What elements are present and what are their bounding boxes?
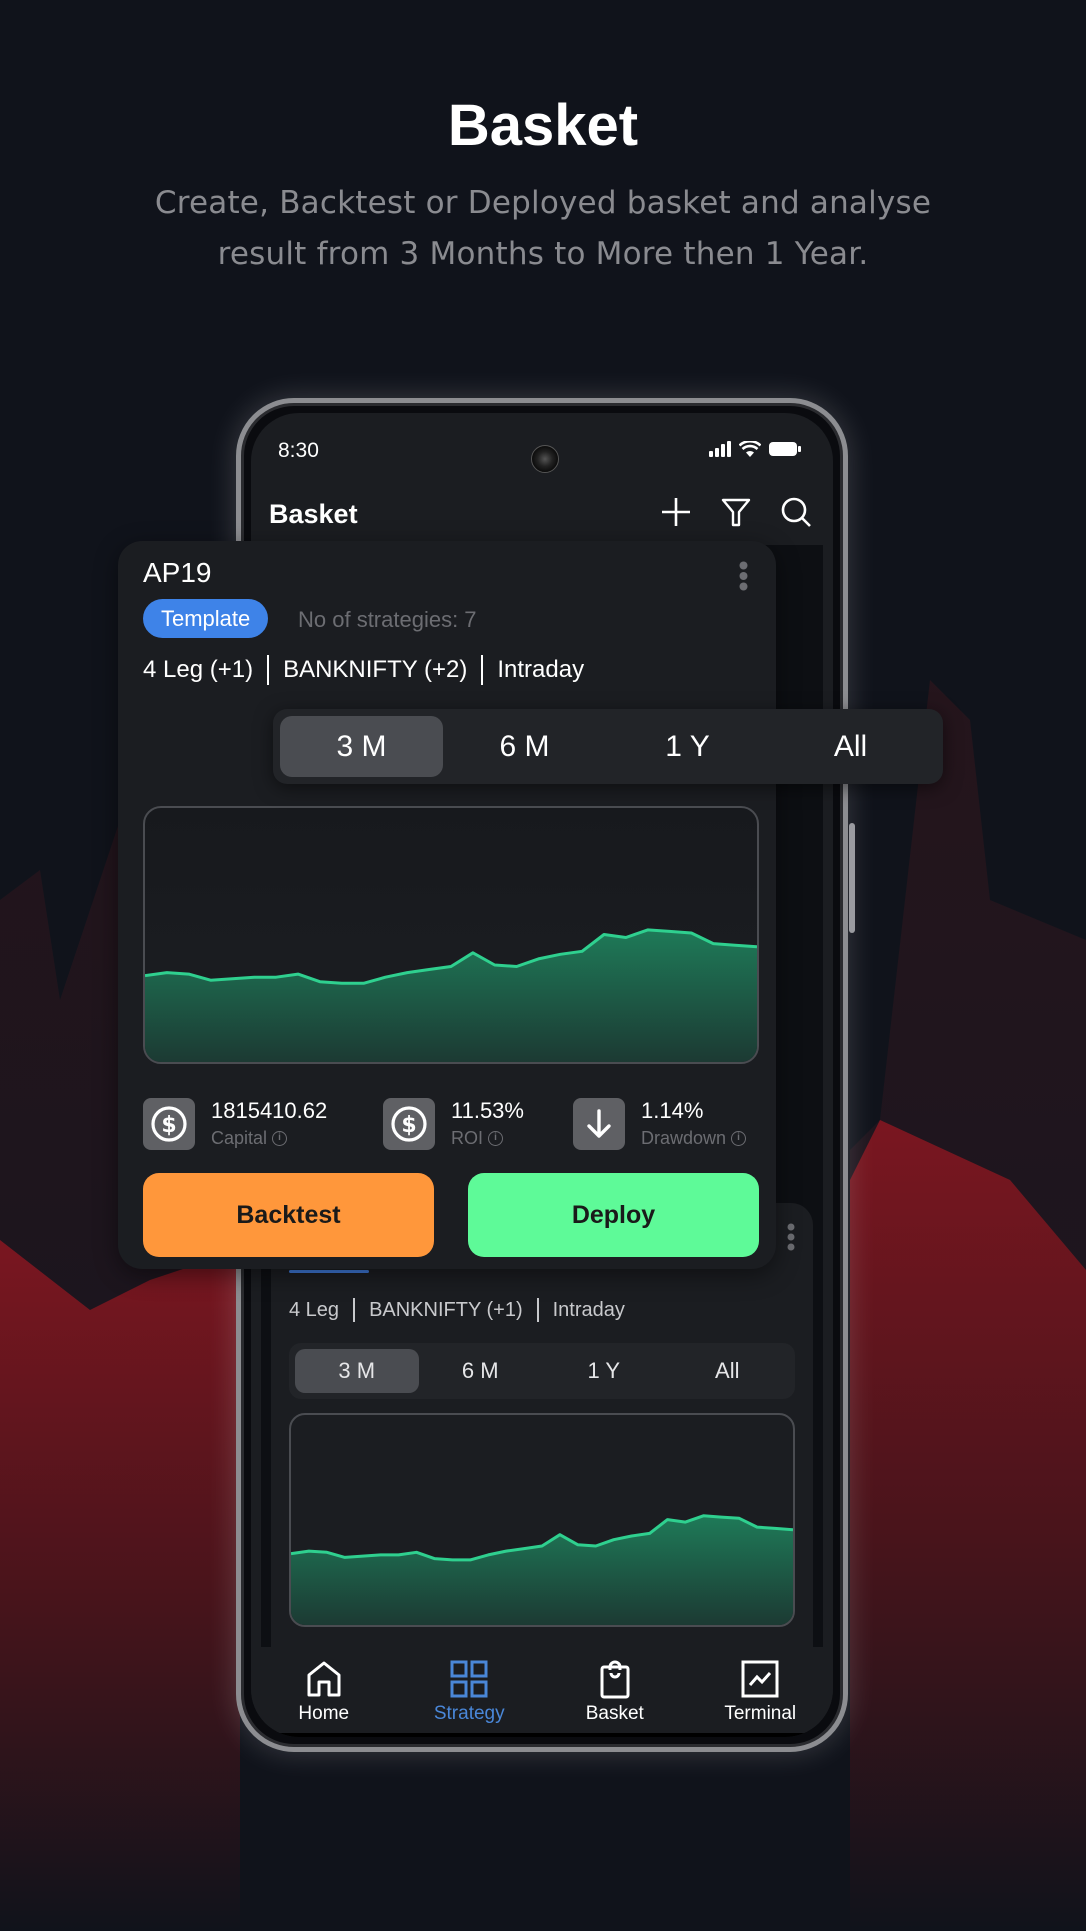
template-badge: Template [143,599,269,638]
wifi-icon [739,441,761,457]
info-icon[interactable]: i [731,1130,747,1146]
tab-all[interactable]: All [769,716,932,777]
nav-basket[interactable]: Basket [542,1647,688,1737]
side-button [849,823,855,933]
nav-terminal-label: Terminal [724,1703,797,1724]
template-badge-edge [289,1270,369,1273]
trade-type: Intraday [497,656,585,683]
nav-terminal[interactable]: Terminal [688,1647,834,1737]
capital-value: 1815410.62 [211,1098,328,1123]
stats-row: $ 1815410.62 Capital i $ 11.53% ROI i 1.14… [143,1098,759,1154]
stat-capital: $ 1815410.62 Capital i [143,1098,327,1152]
plus-icon[interactable] [659,495,693,529]
stat-roi: $ 11.53% ROI i [383,1098,524,1152]
deploy-button[interactable]: Deploy [468,1173,759,1257]
stat-drawdown: 1.14% Drawdown i [573,1098,747,1152]
app-title: Basket [269,499,358,529]
roi-label: ROI [451,1128,484,1148]
roi-value: 11.53% [451,1098,524,1123]
info-icon[interactable]: i [488,1130,504,1146]
tab-1y[interactable]: 1 Y [606,716,769,777]
nav-home[interactable]: Home [251,1647,397,1737]
basket-meta: 4 Leg (+1) BANKNIFTY (+2) Intraday [143,655,584,685]
basket-meta: 4 Leg BANKNIFTY (+1) Intraday [289,1298,625,1322]
performance-chart [289,1413,795,1627]
nav-basket-label: Basket [585,1703,644,1724]
featured-basket-card[interactable]: AP19 Template No of strategies: 7 4 Leg … [118,541,776,1269]
tab-1y[interactable]: 1 Y [542,1349,666,1393]
arrow-down-icon [573,1098,625,1150]
tab-3m[interactable]: 3 M [280,716,443,777]
trade-type: Intraday [552,1298,625,1321]
legs-count: 4 Leg [289,1298,340,1321]
search-icon[interactable] [779,495,813,529]
featured-range-tabs: 3 M 6 M 1 Y All [273,709,943,784]
basket-card[interactable]: 4 Leg BANKNIFTY (+1) Intraday 3 M 6 M 1 … [271,1203,813,1673]
divider [267,655,270,685]
drawdown-value: 1.14% [641,1098,704,1123]
basket-name: AP19 [143,557,212,588]
chart-area [291,1515,793,1625]
signal-icon [709,441,731,457]
svg-text:$: $ [161,1113,176,1138]
instrument: BANKNIFTY (+2) [283,656,468,683]
performance-chart-svg [145,928,757,1062]
drawdown-label: Drawdown [641,1128,727,1148]
shopping-bag-icon [600,1660,630,1699]
backtest-button[interactable]: Backtest [143,1173,434,1257]
nav-home-label: Home [298,1703,350,1724]
performance-chart [143,806,759,1064]
info-icon[interactable]: i [272,1130,288,1146]
divider [536,1298,539,1322]
filter-icon[interactable] [719,495,753,529]
app-header: Basket [251,485,833,545]
performance-chart-svg [291,1514,793,1625]
svg-text:$: $ [401,1113,416,1138]
tab-6m[interactable]: 6 M [419,1349,543,1393]
dollar-icon: $ [143,1098,195,1150]
home-indicator [277,1733,807,1737]
chart-icon [741,1660,779,1698]
range-tabs: 3 M 6 M 1 Y All [289,1343,795,1399]
tab-6m[interactable]: 6 M [443,716,606,777]
strategies-count: No of strategies: 7 [298,607,477,632]
status-time: 8:30 [278,439,319,462]
nav-strategy-label: Strategy [433,1703,505,1724]
home-icon [307,1661,341,1697]
divider [481,655,484,685]
camera-icon [531,445,559,473]
tab-3m[interactable]: 3 M [295,1349,419,1393]
hero-title: Basket [447,93,639,158]
legs-count: 4 Leg (+1) [143,656,254,683]
more-options-icon[interactable] [739,561,748,596]
status-bar: 8:30 [251,439,833,473]
status-icons [709,441,801,457]
grid-icon [450,1660,488,1698]
dollar-icon: $ [383,1098,435,1150]
divider [353,1298,356,1322]
hero-subtitle: Create, Backtest or Deployed basket and … [154,185,932,272]
battery-icon [769,442,801,456]
instrument: BANKNIFTY (+1) [369,1298,523,1321]
more-options-icon[interactable] [787,1223,795,1256]
bottom-nav: Home Strategy Basket Terminal [251,1647,833,1737]
tab-all[interactable]: All [666,1349,790,1393]
chart-area [145,929,757,1062]
capital-label: Capital [211,1128,268,1148]
nav-strategy[interactable]: Strategy [397,1647,543,1737]
